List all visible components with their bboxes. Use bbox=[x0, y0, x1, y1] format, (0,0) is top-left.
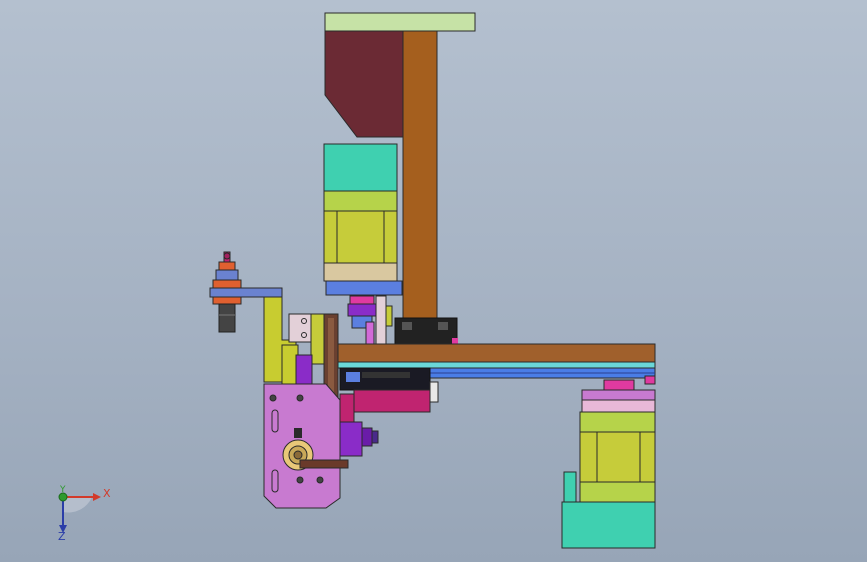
horizontal-beam[interactable] bbox=[337, 343, 656, 363]
pink-spacer[interactable] bbox=[365, 321, 375, 345]
lower-motor-body[interactable] bbox=[579, 431, 656, 483]
bracket-arm[interactable] bbox=[209, 287, 283, 298]
coupling-middle[interactable] bbox=[347, 303, 377, 317]
back-support-block[interactable] bbox=[324, 30, 404, 138]
lower-motor-cap[interactable] bbox=[561, 501, 656, 549]
vertical-column[interactable] bbox=[402, 30, 438, 322]
bumper-tip[interactable] bbox=[218, 303, 236, 333]
x-axis-label: X bbox=[103, 487, 111, 500]
piston-rod[interactable] bbox=[299, 459, 349, 469]
carriage-block[interactable] bbox=[353, 389, 431, 413]
y-axis-label: Y bbox=[60, 485, 66, 495]
upper-motor-base[interactable] bbox=[323, 262, 398, 282]
guide-plate-right[interactable] bbox=[310, 313, 326, 365]
lower-motor-ring-bottom[interactable] bbox=[579, 481, 656, 503]
lower-motor-ring[interactable] bbox=[579, 411, 656, 433]
screw-nut-mid[interactable] bbox=[212, 279, 242, 289]
screw-nut-top[interactable] bbox=[218, 261, 236, 271]
lower-motor-flange[interactable] bbox=[581, 399, 656, 413]
cad-viewport[interactable]: X Y Z bbox=[0, 0, 867, 562]
rail-cover[interactable] bbox=[337, 361, 656, 369]
upper-motor-ring-top[interactable] bbox=[323, 190, 398, 212]
upper-motor-cap[interactable] bbox=[323, 143, 398, 192]
slider-block[interactable] bbox=[394, 317, 458, 345]
guide-plate-left[interactable] bbox=[288, 313, 312, 343]
vertical-axis-assembly[interactable] bbox=[323, 12, 476, 345]
guide-rod[interactable] bbox=[375, 295, 387, 345]
x-axis-arrow bbox=[93, 493, 101, 501]
rail-end-cap[interactable] bbox=[644, 375, 656, 385]
upper-motor-flange[interactable] bbox=[325, 280, 403, 296]
z-axis-label: Z bbox=[58, 530, 66, 543]
lower-right-motor-assembly[interactable] bbox=[561, 379, 656, 549]
guide-rod-clip[interactable] bbox=[385, 305, 393, 327]
assembly-model[interactable] bbox=[0, 0, 867, 562]
top-mounting-plate[interactable] bbox=[324, 12, 476, 32]
upper-motor-body[interactable] bbox=[323, 210, 398, 264]
cylinder[interactable] bbox=[339, 421, 363, 457]
coordinate-triad bbox=[58, 492, 101, 533]
coupling-upper[interactable] bbox=[349, 295, 375, 305]
